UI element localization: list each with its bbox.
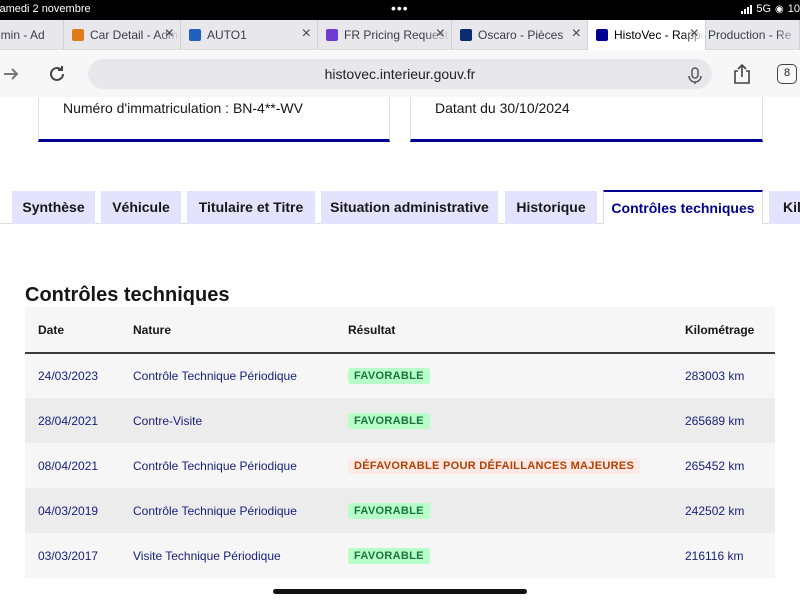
browser-tab[interactable]: Production - Re <box>706 20 800 50</box>
status-badge: FAVORABLE <box>348 368 430 384</box>
cell-resultat: FAVORABLE <box>335 398 672 443</box>
favicon-icon <box>460 29 472 41</box>
table-header-row: Date Nature Résultat Kilométrage <box>25 307 775 353</box>
cell-date: 08/04/2021 <box>38 458 99 473</box>
table-row: 08/04/2021 Contrôle Technique Périodique D… <box>25 443 775 488</box>
datant-card: Datant du 30/10/2024 <box>410 97 763 142</box>
status-badge: DÉFAVORABLE POUR DÉFAILLANCES MAJEURES <box>348 457 641 474</box>
browser-tab-label: Production - Re <box>708 28 792 42</box>
wifi-icon: ◉ <box>775 3 784 15</box>
page-tab[interactable]: Historique <box>505 191 597 224</box>
cell-resultat: FAVORABLE <box>335 488 672 533</box>
immatriculation-text: Numéro d'immatriculation : BN-4**-WV <box>63 100 303 116</box>
browser-tab-label: Admin - Ad <box>0 28 45 42</box>
close-tab-icon[interactable]: × <box>690 26 699 42</box>
multitask-dots-icon[interactable]: ••• <box>391 0 409 16</box>
cell-nature: Contrôle Technique Périodique <box>133 458 297 473</box>
close-tab-icon[interactable]: × <box>165 26 174 42</box>
status-badge: FAVORABLE <box>348 502 430 519</box>
close-tab-icon[interactable]: × <box>302 26 311 42</box>
table-row: 24/03/2023 Contrôle Technique Périodique F… <box>25 353 775 398</box>
datant-text: Datant du 30/10/2024 <box>435 100 570 116</box>
section-title: Contrôles techniques <box>25 284 230 306</box>
browser-tab[interactable]: Car Detail - Adm × <box>64 20 181 50</box>
page-tab[interactable]: Titulaire et Titre <box>187 191 315 224</box>
browser-tab[interactable]: HistoVec - Rapport × <box>588 20 706 50</box>
status-bar: samedi 2 novembre ••• 5G ◉ 10 <box>0 0 800 20</box>
favicon-icon <box>326 29 338 41</box>
close-tab-icon[interactable]: × <box>436 26 445 42</box>
column-header-nature: Nature <box>133 322 172 337</box>
page-tab[interactable]: Contrôles techniques <box>603 190 763 224</box>
cell-nature: Contre-Visite <box>133 413 203 428</box>
cell-kilometrage: 242502 km <box>685 503 745 518</box>
cell-kilometrage: 216116 km <box>685 548 744 563</box>
address-url: histovec.interieur.gouv.fr <box>324 66 476 82</box>
cell-date: 03/03/2017 <box>38 548 99 563</box>
controles-panel: Contrôles techniques Date Nature Résulta… <box>0 224 800 600</box>
cell-nature: Contrôle Technique Périodique <box>133 503 297 518</box>
cell-nature: Visite Technique Périodique <box>133 548 281 563</box>
cell-resultat: DÉFAVORABLE POUR DÉFAILLANCES MAJEURES <box>335 443 672 488</box>
status-badge: FAVORABLE <box>348 412 430 429</box>
report-tabs: Synthèse Véhicule Titulaire et Titre Situat… <box>0 190 800 224</box>
tab-count: 8 <box>777 64 797 84</box>
table-row: 04/03/2019 Contrôle Technique Périodique F… <box>25 488 775 533</box>
cell-date: 04/03/2019 <box>38 503 99 518</box>
table-row: 03/03/2017 Visite Technique Périodique FAV… <box>25 533 775 578</box>
column-header-resultat: Résultat <box>348 322 396 337</box>
table-row: 28/04/2021 Contre-Visite FAVORABLE 265689 k… <box>25 398 775 443</box>
column-header-kilometrage: Kilométrage <box>685 322 755 337</box>
cell-date: 24/03/2023 <box>38 369 99 383</box>
reload-icon[interactable] <box>44 61 70 87</box>
home-indicator[interactable] <box>273 589 527 594</box>
column-header-date: Date <box>38 322 65 337</box>
cell-kilometrage: 265452 km <box>685 458 745 473</box>
page-tab[interactable]: Situation administrative <box>321 191 498 224</box>
share-icon[interactable] <box>729 61 755 87</box>
browser-tab-label: AUTO1 <box>207 28 247 42</box>
cell-nature: Contrôle Technique Périodique <box>133 369 297 383</box>
network-label: 5G <box>756 3 772 15</box>
favicon-icon <box>72 29 84 41</box>
browser-tab[interactable]: Oscaro - Pièces × <box>452 20 588 50</box>
status-badge: FAVORABLE <box>348 547 430 564</box>
microphone-icon[interactable] <box>686 65 704 84</box>
forward-icon[interactable] <box>0 61 24 87</box>
immatriculation-card: Numéro d'immatriculation : BN-4**-WV <box>38 97 390 142</box>
browser-tab[interactable]: AUTO1 × <box>181 20 318 50</box>
browser-tab[interactable]: FR Pricing Request × <box>318 20 452 50</box>
page-tab[interactable]: Véhicule <box>101 191 181 224</box>
page-content: Numéro d'immatriculation : BN-4**-WV Dat… <box>0 97 800 600</box>
favicon-icon <box>596 29 608 41</box>
cell-date: 28/04/2021 <box>38 413 99 428</box>
cell-resultat: FAVORABLE <box>335 353 672 398</box>
status-date: samedi 2 novembre <box>0 3 91 15</box>
tab-overview-button[interactable]: 8 <box>774 61 800 87</box>
browser-tab-bar: Admin - AdCar Detail - Adm×AUTO1×FR Pric… <box>0 20 800 50</box>
browser-toolbar: histovec.interieur.gouv.fr 8 <box>0 51 800 97</box>
cell-resultat: FAVORABLE <box>335 533 672 578</box>
close-tab-icon[interactable]: × <box>572 26 581 42</box>
browser-tab[interactable]: Admin - Ad <box>0 20 64 50</box>
address-bar[interactable]: histovec.interieur.gouv.fr <box>88 59 712 89</box>
page-tab[interactable]: Synthèse <box>12 191 95 224</box>
controles-table: Date Nature Résultat Kilométrage 24/03/2… <box>25 307 775 578</box>
cell-kilometrage: 265689 km <box>685 413 745 428</box>
cell-kilometrage: 283003 km <box>685 369 745 383</box>
favicon-icon <box>189 29 201 41</box>
battery-label: 10 <box>787 3 800 15</box>
browser-tab-label: Oscaro - Pièces <box>478 28 564 42</box>
page-tab[interactable]: Kilométrage <box>769 191 800 224</box>
status-right: 5G ◉ 10 <box>741 3 800 15</box>
signal-icon <box>741 4 753 14</box>
